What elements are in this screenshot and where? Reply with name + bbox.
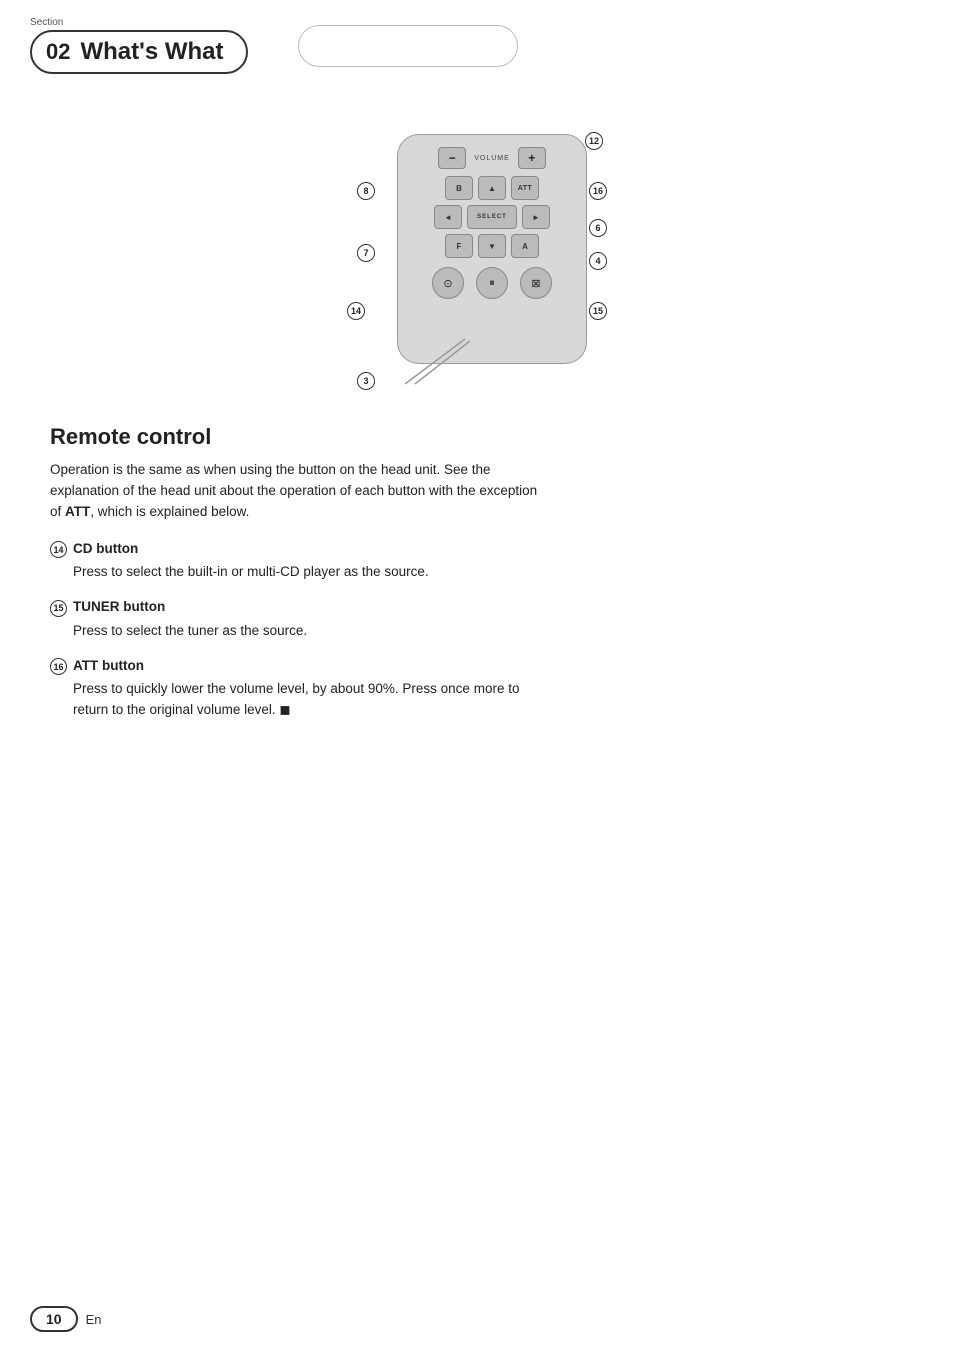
callout-num-4: 4 <box>589 252 607 270</box>
btn-a: A <box>511 234 539 258</box>
att-button-num: 16 <box>50 658 67 675</box>
remote-diagonal-lines <box>405 329 485 389</box>
row-f-down-a: F ▼ A <box>408 234 576 258</box>
row-b-up-att: B ▲ ATT <box>408 176 576 200</box>
callout-num-8: 8 <box>357 182 375 200</box>
btn-cd-circle: ⊙ <box>432 267 464 299</box>
section-pill: 02 What's What <box>30 30 248 74</box>
row-left-select-right: ◄ SELECT ► <box>408 205 576 229</box>
volume-minus-btn: − <box>438 147 466 169</box>
main-content: 12 16 6 4 15 8 7 <box>0 84 954 767</box>
intro-paragraph: Operation is the same as when using the … <box>50 460 550 523</box>
btn-down: ▼ <box>478 234 506 258</box>
page-number: 10 <box>30 1306 78 1332</box>
cd-button-body: Press to select the built-in or multi-CD… <box>50 562 540 583</box>
att-button-body: Press to quickly lower the volume level,… <box>50 679 540 721</box>
callout-4: 4 <box>589 252 607 270</box>
cd-button-section: 14 CD button Press to select the built-i… <box>50 541 904 583</box>
section-badge: Section 02 What's What <box>30 18 248 74</box>
section-label: Section <box>30 18 63 28</box>
cd-button-label: CD button <box>73 541 138 556</box>
page-header: Section 02 What's What <box>0 0 954 84</box>
section-number: 02 <box>46 41 70 63</box>
remote-control-heading: Remote control <box>50 424 904 450</box>
volume-plus-btn: + <box>518 147 546 169</box>
page-footer: 10 En <box>30 1306 101 1332</box>
btn-b: B <box>445 176 473 200</box>
btn-att: ATT <box>511 176 539 200</box>
callout-7: 7 <box>357 244 375 262</box>
btn-select: SELECT <box>467 205 517 229</box>
callout-12: 12 <box>585 132 603 150</box>
volume-row: − VOLUME + <box>408 147 576 169</box>
callout-num-16: 16 <box>589 182 607 200</box>
callout-num-7: 7 <box>357 244 375 262</box>
btn-tuner-circle: ⊠ <box>520 267 552 299</box>
att-button-section: 16 ATT button Press to quickly lower the… <box>50 658 904 721</box>
callout-num-6: 6 <box>589 219 607 237</box>
remote-diagram: 12 16 6 4 15 8 7 <box>50 114 904 394</box>
remote-wrapper: 12 16 6 4 15 8 7 <box>337 114 677 394</box>
callout-3: 3 <box>357 372 375 390</box>
cd-button-title: 14 CD button <box>50 541 904 559</box>
tuner-button-section: 15 TUNER button Press to select the tune… <box>50 599 904 641</box>
btn-left: ◄ <box>434 205 462 229</box>
callout-num-15: 15 <box>589 302 607 320</box>
callout-6: 6 <box>589 219 607 237</box>
header-right-decoration <box>298 25 518 67</box>
tuner-button-title: 15 TUNER button <box>50 599 904 617</box>
att-button-label: ATT button <box>73 658 144 673</box>
btn-f: F <box>445 234 473 258</box>
btn-pause-circle: ⏸ <box>476 267 508 299</box>
tuner-button-label: TUNER button <box>73 599 165 614</box>
cd-button-num: 14 <box>50 541 67 558</box>
btn-right: ► <box>522 205 550 229</box>
footer-language: En <box>86 1312 102 1327</box>
page-title: What's What <box>80 38 223 66</box>
circle-row: ⊙ ⏸ ⊠ <box>408 267 576 299</box>
att-button-title: 16 ATT button <box>50 658 904 676</box>
callout-num-3: 3 <box>357 372 375 390</box>
tuner-button-body: Press to select the tuner as the source. <box>50 621 540 642</box>
callout-num-12: 12 <box>585 132 603 150</box>
callout-num-14: 14 <box>347 302 365 320</box>
callout-8: 8 <box>357 182 375 200</box>
volume-label: VOLUME <box>474 155 510 162</box>
callout-14: 14 <box>347 302 365 320</box>
callout-15: 15 <box>589 302 607 320</box>
btn-up: ▲ <box>478 176 506 200</box>
callout-16: 16 <box>589 182 607 200</box>
tuner-button-num: 15 <box>50 600 67 617</box>
